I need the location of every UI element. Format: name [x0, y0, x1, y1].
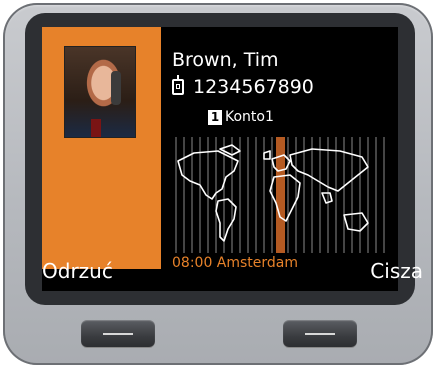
softkey-reject-label[interactable]: Odrzuć	[42, 259, 113, 283]
photo-tie-shape	[91, 119, 101, 137]
key-line-mark	[103, 333, 133, 335]
right-display-key-button[interactable]	[283, 320, 357, 347]
handset-icon	[172, 75, 184, 95]
account-row: 1 Konto1	[208, 109, 274, 125]
account-index-badge: 1	[208, 109, 222, 125]
caller-photo-panel	[42, 27, 161, 269]
caller-number: 1234567890	[193, 76, 314, 98]
display-screen: Brown, Tim 1234567890 1 Konto1 08:00 Ams…	[42, 27, 398, 291]
world-time-map	[175, 137, 385, 253]
phone-device: Brown, Tim 1234567890 1 Konto1 08:00 Ams…	[3, 3, 433, 365]
caller-photo	[64, 46, 136, 138]
photo-phone-shape	[111, 71, 121, 105]
key-line-mark	[305, 333, 335, 335]
left-display-key-button[interactable]	[81, 320, 155, 347]
account-label: Konto1	[225, 109, 274, 125]
softkey-silence-label[interactable]: Cisza	[370, 259, 423, 283]
caller-name: Brown, Tim	[172, 49, 279, 71]
continents	[177, 144, 369, 242]
caller-number-row: 1234567890	[172, 75, 314, 98]
